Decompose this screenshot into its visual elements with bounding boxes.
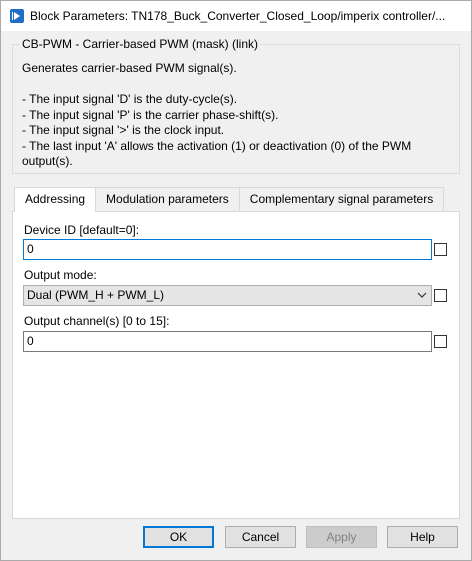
output-channel-promote-checkbox[interactable] (434, 335, 447, 348)
note-line: - The input signal '>' is the clock inpu… (22, 123, 225, 137)
output-channel-label: Output channel(s) [0 to 15]: (24, 314, 170, 328)
cancel-button[interactable]: Cancel (225, 526, 296, 548)
tab-complementary-signal-parameters[interactable]: Complementary signal parameters (238, 187, 445, 211)
ok-button[interactable]: OK (143, 526, 214, 548)
help-button[interactable]: Help (387, 526, 458, 548)
output-mode-value: Dual (PWM_H + PWM_L) (27, 288, 165, 302)
mask-group-title: CB-PWM - Carrier-based PWM (mask) (link) (20, 37, 261, 51)
note-line: - The input signal 'P' is the carrier ph… (22, 107, 279, 122)
title-bar[interactable]: Block Parameters: TN178_Buck_Converter_C… (1, 1, 471, 31)
note-line: - The input signal 'D' is the duty-cycle… (22, 92, 238, 106)
simulink-block-icon (10, 9, 24, 23)
window-title: Block Parameters: TN178_Buck_Converter_C… (30, 9, 446, 23)
device-id-promote-checkbox[interactable] (434, 243, 447, 256)
note-line: - The last input 'A' allows the activati… (22, 138, 412, 153)
device-id-label: Device ID [default=0]: (24, 223, 140, 237)
chevron-down-icon (417, 292, 427, 298)
tab-modulation-parameters[interactable]: Modulation parameters (95, 187, 240, 211)
output-mode-select[interactable]: Dual (PWM_H + PWM_L) (23, 285, 432, 306)
note-line: output(s). (22, 154, 73, 168)
tab-addressing[interactable]: Addressing (14, 187, 97, 212)
output-mode-label: Output mode: (24, 268, 97, 282)
tab-bar: Addressing Modulation parameters Complem… (14, 187, 445, 212)
apply-button[interactable]: Apply (306, 526, 377, 548)
device-id-input[interactable]: 0 (23, 239, 432, 260)
output-mode-promote-checkbox[interactable] (434, 289, 447, 302)
description-text: Generates carrier-based PWM signal(s). (22, 61, 237, 75)
block-description: Generates carrier-based PWM signal(s). -… (22, 61, 452, 170)
output-channel-input[interactable]: 0 (23, 331, 432, 352)
